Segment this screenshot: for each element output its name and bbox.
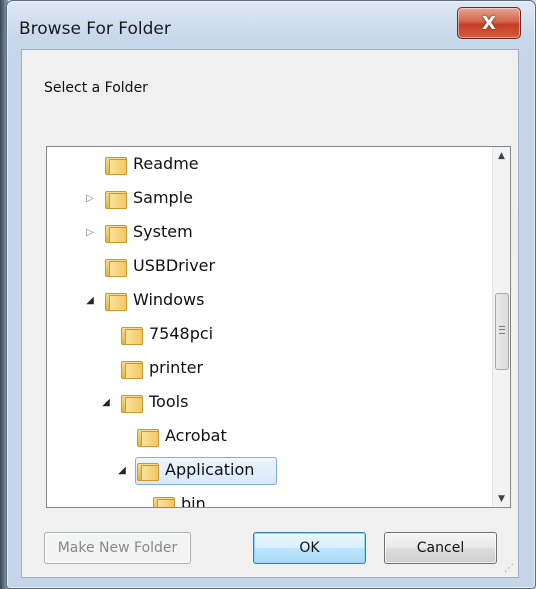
instruction-label: Select a Folder (44, 80, 148, 96)
tree-item-label: Sample (133, 188, 193, 207)
tree-item-bin[interactable]: bin (47, 489, 487, 508)
scroll-thumb[interactable] (495, 293, 509, 370)
close-icon: X (482, 12, 496, 34)
tree-item-label: System (133, 222, 193, 241)
tree-item-printer[interactable]: printer (47, 353, 487, 383)
dialog-body: Select a Folder bin ◢ Application Acrobat ◢ T… (21, 49, 519, 578)
tree-item-sample[interactable]: ▷ Sample (47, 183, 487, 213)
folder-tree[interactable]: bin ◢ Application Acrobat ◢ Tools printer 7548p… (46, 146, 511, 508)
folder-icon (105, 291, 127, 311)
tree-item-readme[interactable]: Readme (47, 149, 487, 179)
tree-item-label: Readme (133, 154, 199, 173)
collapsed-arrow-icon[interactable]: ▷ (83, 225, 97, 239)
tree-item-system[interactable]: ▷ System (47, 217, 487, 247)
close-button[interactable]: X (457, 7, 521, 39)
vertical-scrollbar[interactable]: ▲ ▼ (492, 147, 510, 507)
tree-item-label: Application (165, 460, 255, 479)
tree-item-tools[interactable]: ◢ Tools (47, 387, 487, 417)
browse-for-folder-dialog: Browse For Folder X Select a Folder bin ◢… (6, 0, 536, 589)
folder-icon (137, 427, 159, 447)
scroll-up-arrow-icon[interactable]: ▲ (493, 147, 510, 164)
collapsed-arrow-icon[interactable]: ▷ (83, 191, 97, 205)
tree-item-label: bin (181, 494, 206, 508)
tree-item-label: USBDriver (133, 256, 216, 275)
dialog-title: Browse For Folder (19, 19, 171, 39)
grip-icon (499, 326, 505, 334)
folder-icon (105, 223, 127, 243)
tree-item-7548pci[interactable]: 7548pci (47, 319, 487, 349)
expanded-arrow-icon[interactable]: ◢ (99, 395, 113, 409)
cancel-button[interactable]: Cancel (384, 532, 497, 564)
folder-icon (121, 325, 143, 345)
make-new-folder-button[interactable]: Make New Folder (44, 532, 191, 564)
tree-item-label: Tools (149, 392, 189, 411)
folder-icon (105, 155, 127, 175)
tree-item-windows[interactable]: ◢ Windows (47, 285, 487, 315)
ok-button[interactable]: OK (253, 532, 366, 564)
folder-icon (137, 461, 159, 481)
tree-item-acrobat[interactable]: Acrobat (47, 421, 487, 451)
folder-icon (153, 495, 175, 507)
resize-grip-icon[interactable]: ⋰ (504, 563, 514, 574)
tree-item-usbdriver[interactable]: USBDriver (47, 251, 487, 281)
tree-item-label: printer (149, 358, 204, 377)
tree-item-application[interactable]: ◢ Application (47, 455, 487, 485)
tree-item-label: 7548pci (149, 324, 214, 343)
folder-icon (105, 189, 127, 209)
folder-icon (121, 393, 143, 413)
expanded-arrow-icon[interactable]: ◢ (83, 293, 97, 307)
scroll-down-arrow-icon[interactable]: ▼ (493, 490, 510, 507)
folder-icon (121, 359, 143, 379)
tree-item-label: Acrobat (165, 426, 227, 445)
tree-item-label: Windows (133, 290, 205, 309)
expanded-arrow-icon[interactable]: ◢ (115, 463, 129, 477)
folder-icon (105, 257, 127, 277)
